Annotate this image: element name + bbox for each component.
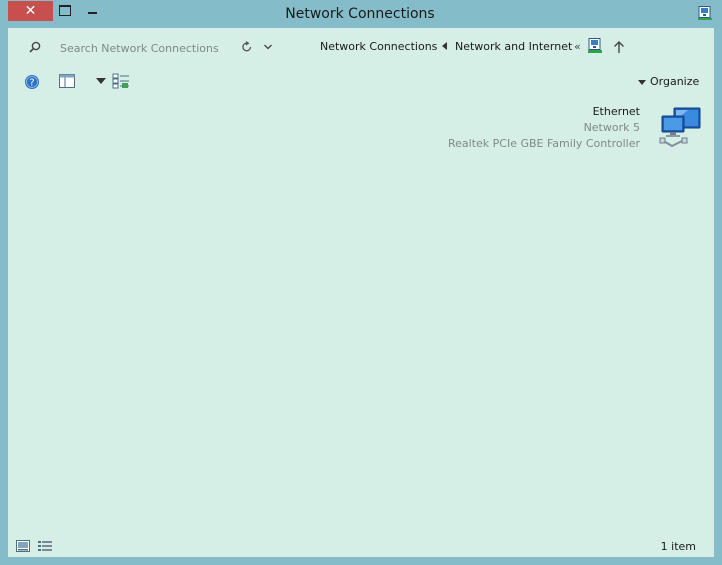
- change-view-icon[interactable]: [112, 73, 130, 89]
- window-title: Network Connections: [285, 6, 435, 22]
- breadcrumb-network-connections[interactable]: Network Connections: [320, 40, 437, 53]
- status-bar: 1 item: [8, 536, 714, 556]
- title-bar[interactable]: ✕ Network Connections: [0, 0, 722, 28]
- breadcrumb-network-and-internet[interactable]: Network and Internet: [455, 40, 572, 53]
- ethernet-adapter-icon: [659, 107, 701, 148]
- large-icons-view-icon[interactable]: [16, 540, 30, 552]
- search-box[interactable]: [20, 38, 220, 58]
- content-area: Network Connections Network and Internet…: [8, 28, 714, 557]
- list-item-ethernet[interactable]: Ethernet Network 5 Realtek PCIe GBE Fami…: [448, 104, 704, 156]
- details-view-icon[interactable]: [38, 540, 52, 552]
- help-icon[interactable]: ?: [24, 74, 40, 90]
- organize-label: Organize: [650, 75, 700, 88]
- connection-details: Ethernet Network 5 Realtek PCIe GBE Fami…: [448, 104, 640, 152]
- search-icon[interactable]: [28, 40, 42, 54]
- explorer-window: ✕ Network Connections Search Network Con…: [0, 0, 722, 565]
- breadcrumb-separator-icon[interactable]: [442, 42, 448, 50]
- command-bar: ? Organize: [8, 68, 714, 96]
- svg-text:?: ?: [29, 78, 34, 89]
- organize-button[interactable]: Organize: [634, 75, 700, 91]
- view-options-dropdown-icon[interactable]: [96, 78, 106, 84]
- address-dropdown-icon[interactable]: [262, 41, 274, 53]
- close-button[interactable]: ✕: [8, 1, 53, 21]
- organize-dropdown-icon: [638, 80, 646, 85]
- up-arrow-icon[interactable]: [612, 40, 626, 54]
- search-input[interactable]: [60, 38, 220, 58]
- network-connections-app-icon[interactable]: [698, 6, 712, 20]
- connection-name: Ethernet: [592, 105, 640, 118]
- location-network-icon: [588, 38, 602, 53]
- connection-network: Network 5: [583, 121, 640, 134]
- maximize-icon: [59, 5, 71, 16]
- preview-pane-icon[interactable]: [59, 74, 75, 88]
- breadcrumb-overflow-icon[interactable]: «: [574, 40, 581, 53]
- close-icon: ✕: [24, 3, 37, 19]
- item-count: 1 item: [660, 540, 696, 553]
- maximize-button[interactable]: [58, 4, 72, 16]
- minimize-icon: [88, 12, 97, 14]
- minimize-button[interactable]: [86, 4, 100, 16]
- refresh-icon[interactable]: [240, 40, 254, 54]
- address-row: Network Connections Network and Internet…: [8, 28, 714, 66]
- connection-adapter: Realtek PCIe GBE Family Controller: [447, 137, 640, 150]
